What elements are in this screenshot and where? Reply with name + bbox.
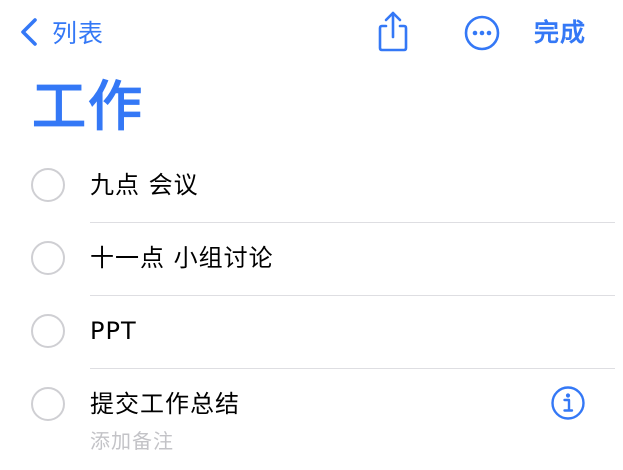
completion-circle[interactable] bbox=[31, 387, 65, 421]
list-item-editing: 提交工作总结 添加备注 bbox=[0, 369, 623, 469]
chevron-left-icon bbox=[21, 18, 37, 46]
notes-field[interactable]: 添加备注 bbox=[90, 425, 174, 454]
reminder-title[interactable]: 十一点 小组讨论 bbox=[90, 243, 274, 273]
more-options-icon[interactable] bbox=[463, 14, 501, 52]
info-circle-icon[interactable] bbox=[550, 385, 586, 421]
share-icon[interactable] bbox=[374, 10, 412, 52]
reminder-title[interactable]: 提交工作总结 bbox=[90, 389, 240, 419]
completion-circle[interactable] bbox=[31, 168, 65, 202]
reminder-title[interactable]: PPT bbox=[90, 316, 137, 346]
reminder-list: 九点 会议 十一点 小组讨论 PPT 提交工作总结 添加备注 bbox=[0, 150, 623, 469]
list-item: 九点 会议 bbox=[0, 150, 623, 223]
back-button-label: 列表 bbox=[52, 19, 105, 48]
list-item: 十一点 小组讨论 bbox=[0, 223, 623, 296]
page-title: 工作 bbox=[32, 75, 144, 138]
completion-circle[interactable] bbox=[31, 314, 65, 348]
list-item: PPT bbox=[0, 296, 623, 369]
reminder-title[interactable]: 九点 会议 bbox=[90, 170, 199, 200]
navigation-bar: 列表 完成 bbox=[0, 0, 623, 64]
done-button[interactable]: 完成 bbox=[534, 13, 586, 49]
completion-circle[interactable] bbox=[31, 241, 65, 275]
back-to-lists-button[interactable]: 列表 bbox=[18, 12, 104, 52]
